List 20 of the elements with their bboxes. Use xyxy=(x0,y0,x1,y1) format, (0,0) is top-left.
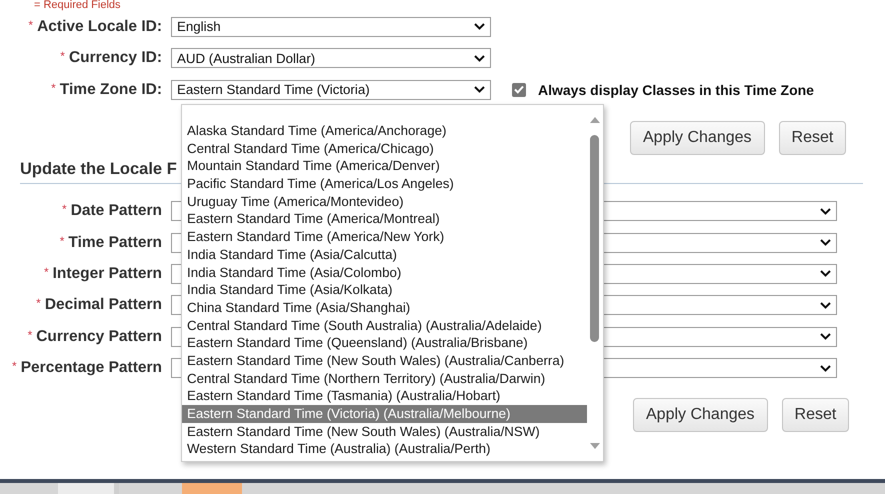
checkbox-label: Always display Classes in this Time Zone xyxy=(538,82,814,98)
required-asterisk: * xyxy=(12,359,17,374)
required-asterisk: * xyxy=(28,18,34,32)
required-asterisk: * xyxy=(44,264,49,279)
field-label: Date Pattern xyxy=(70,202,162,220)
required-asterisk: * xyxy=(51,80,56,95)
required-asterisk: * xyxy=(60,234,64,248)
field-label: Percentage Pattern xyxy=(20,359,162,376)
field-label: Currency ID: xyxy=(68,49,162,66)
required-asterisk: * xyxy=(60,49,65,64)
required-asterisk: * xyxy=(36,296,41,310)
field-label: Decimal Pattern xyxy=(44,296,162,314)
required-asterisk: * xyxy=(28,328,32,342)
required-asterisk: * xyxy=(62,202,67,216)
field-label: Currency Pattern xyxy=(36,328,162,345)
field-label: Integer Pattern xyxy=(52,264,162,282)
field-label: Active Locale ID: xyxy=(37,18,162,35)
required-fields-note: = Required Fields xyxy=(34,0,121,11)
field-label: Time Zone ID: xyxy=(60,80,162,98)
field-label: Time Pattern xyxy=(68,234,162,251)
